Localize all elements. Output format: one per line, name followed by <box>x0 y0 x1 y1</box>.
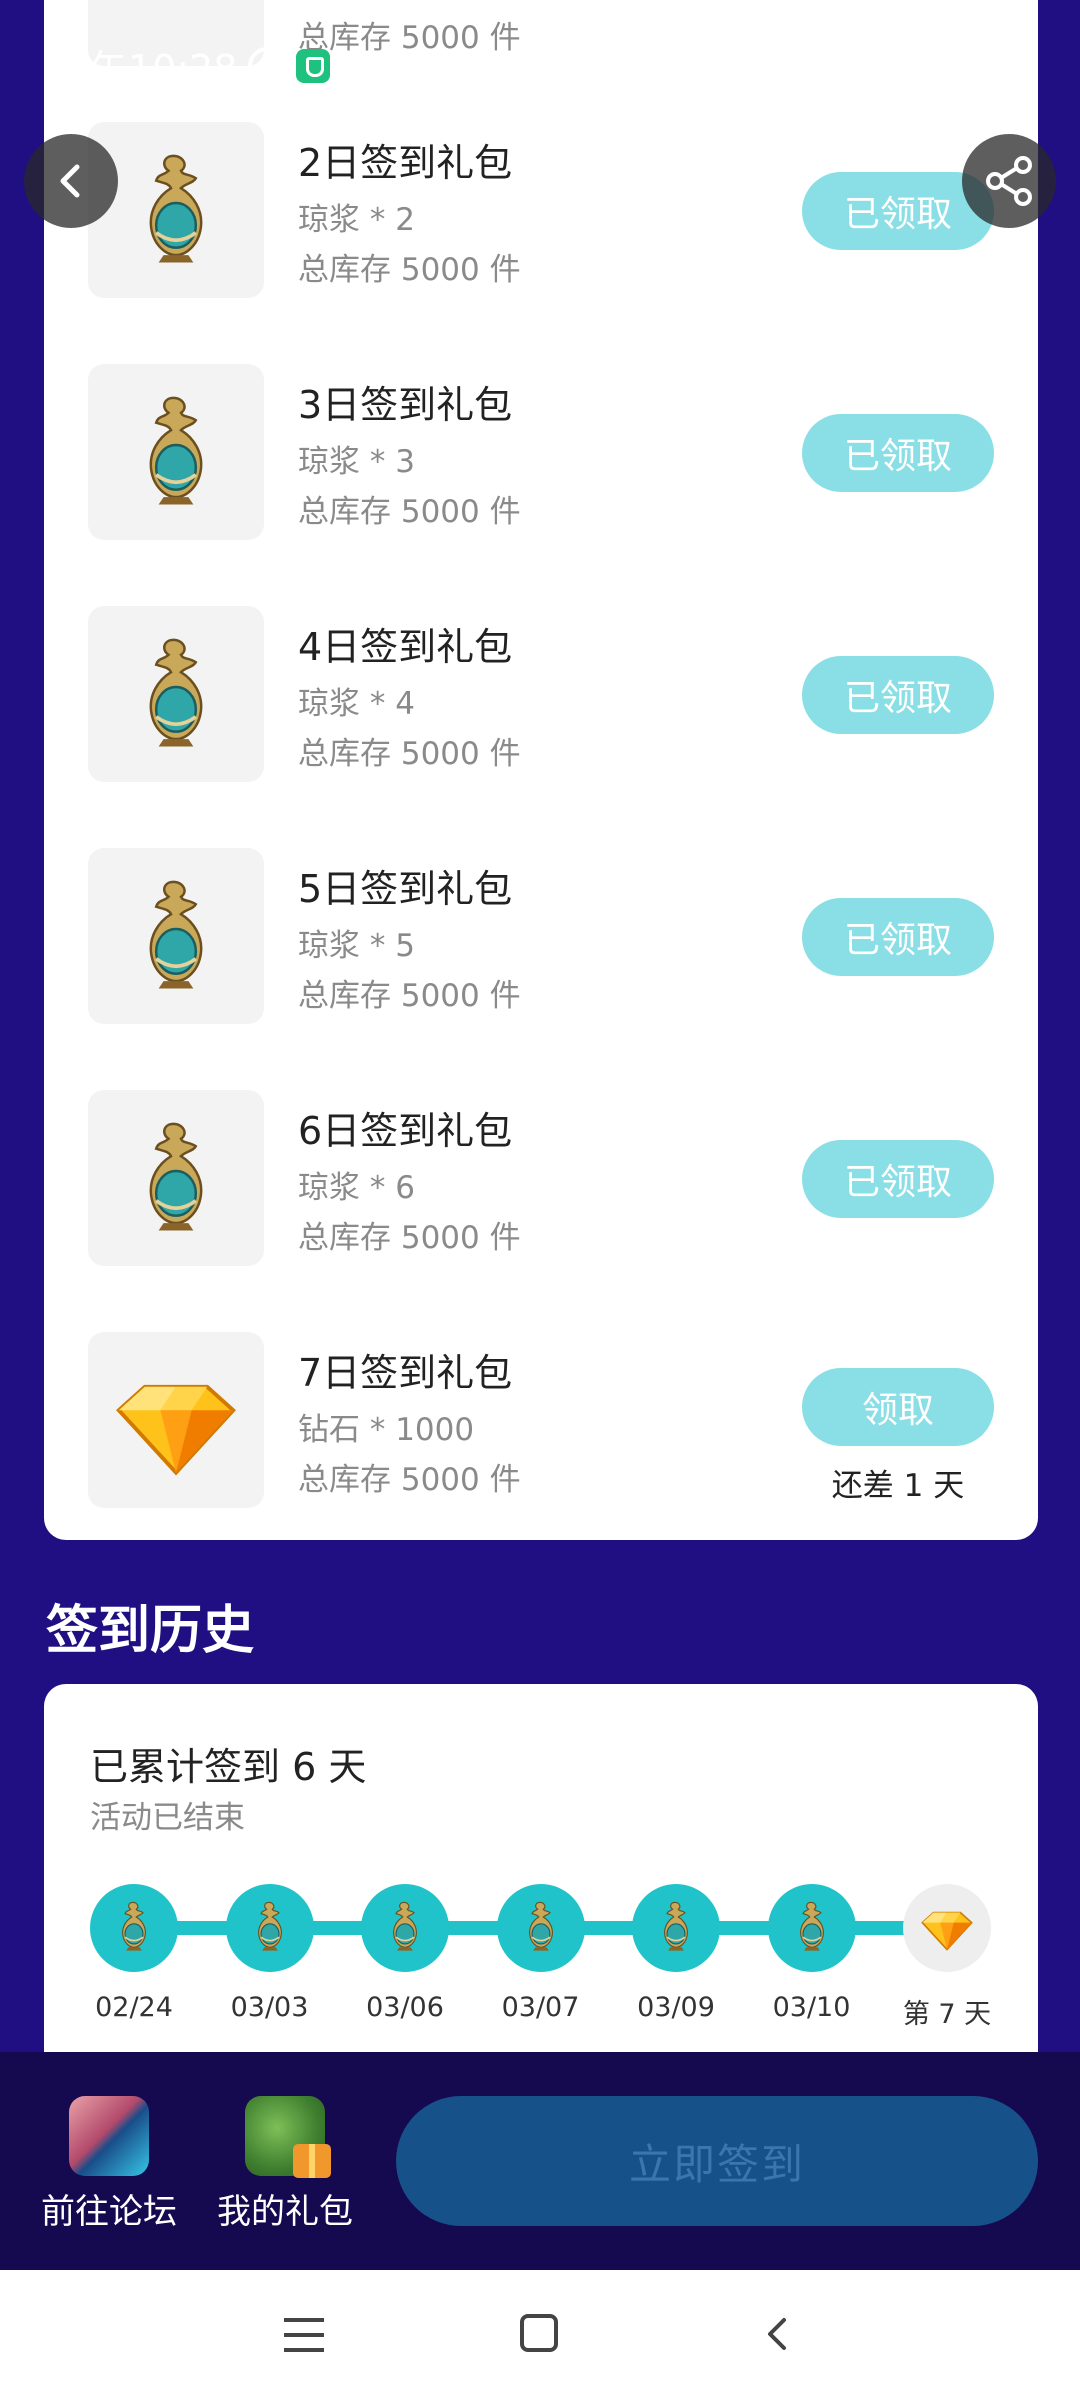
share-icon <box>986 156 1032 206</box>
day-label: 03/06 <box>366 1992 444 2023</box>
jade-vase-icon <box>114 388 238 516</box>
status-time: 上午10:28 <box>52 38 330 93</box>
day-label: 03/10 <box>772 1992 851 2023</box>
status-bar: 上午10:28 HD 70 <box>0 0 1080 120</box>
gift-thumbnail <box>88 1332 264 1508</box>
gift-title: 3日签到礼包 <box>298 383 513 427</box>
gift-item: 钻石 * 1000 <box>298 1412 475 1448</box>
claimed-button[interactable]: 已领取 <box>802 656 994 734</box>
gift-item: 琼浆 * 5 <box>298 928 415 964</box>
gift-stock: 总库存 5000 件 <box>298 1462 521 1498</box>
claimed-button[interactable]: 已领取 <box>802 898 994 976</box>
battery-level: 70 <box>975 49 1003 73</box>
jade-vase-icon <box>377 1898 433 1958</box>
gift-title: 2日签到礼包 <box>298 141 513 185</box>
bottom-action-bar: 前往论坛 我的礼包 立即签到 <box>0 2052 1080 2270</box>
claimed-button[interactable]: 已领取 <box>802 414 994 492</box>
diamond-icon <box>111 1353 241 1487</box>
jade-vase-icon <box>513 1898 569 1958</box>
shield-icon <box>295 48 330 83</box>
gift-title: 4日签到礼包 <box>298 625 513 669</box>
gift-thumbnail <box>88 364 264 540</box>
gift-row: 6日签到礼包 琼浆 * 6 总库存 5000 件 已领取 <box>44 1090 1038 1266</box>
battery-icon: 70 <box>954 46 1029 76</box>
gift-row: 2日签到礼包 琼浆 * 2 总库存 5000 件 已领取 <box>44 122 1038 298</box>
gift-title: 5日签到礼包 <box>298 867 513 911</box>
clock-text: 上午10:28 <box>52 47 238 91</box>
day-label: 第 7 天 <box>902 1999 992 2030</box>
jade-vase-icon <box>648 1898 704 1958</box>
gift-stock: 总库存 5000 件 <box>298 1220 521 1256</box>
checked-day-node <box>361 1884 449 1972</box>
alarm-icon <box>247 46 286 85</box>
gift-item: 琼浆 * 3 <box>298 444 415 480</box>
gift-thumbnail <box>88 848 264 1024</box>
jade-vase-icon <box>114 872 238 1000</box>
history-section-title: 签到历史 <box>46 1601 255 1661</box>
day-label: 03/03 <box>230 1992 309 2023</box>
my-gifts-button[interactable]: 我的礼包 <box>210 2096 360 2233</box>
chevron-left-icon <box>60 164 80 198</box>
gift-item: 琼浆 * 6 <box>298 1170 415 1206</box>
days-remaining-note: 还差 1 天 <box>831 1468 965 1504</box>
gift-stock: 总库存 5000 件 <box>298 736 521 772</box>
gift-title: 6日签到礼包 <box>298 1109 513 1153</box>
gift-stock: 总库存 5000 件 <box>298 252 521 288</box>
checked-day-node <box>496 1884 585 1972</box>
gift-item: 琼浆 * 4 <box>298 686 415 722</box>
checked-day-node <box>90 1884 178 1972</box>
gift-row: 7日签到礼包 钻石 * 1000 总库存 5000 件 领取 还差 1 天 <box>44 1332 1038 1508</box>
jade-vase-icon <box>114 146 238 274</box>
my-gifts-label: 我的礼包 <box>217 2192 353 2232</box>
checked-day-node <box>225 1884 314 1972</box>
forum-label: 前往论坛 <box>41 2192 177 2232</box>
gift-thumbnail <box>88 1090 264 1266</box>
signal-icon: HD <box>826 40 878 78</box>
diamond-icon <box>919 1898 975 1958</box>
gift-row: 3日签到礼包 琼浆 * 3 总库存 5000 件 已领取 <box>44 364 1038 540</box>
hd-label: HD <box>826 40 848 78</box>
day-label: 03/09 <box>637 1992 715 2023</box>
day-label: 02/24 <box>95 1992 173 2023</box>
status-icons: HD 70 <box>826 40 1029 78</box>
gift-thumbnail <box>88 606 264 782</box>
checked-day-node <box>632 1884 720 1972</box>
forum-icon <box>69 2096 149 2176</box>
gift-stock: 总库存 5000 件 <box>298 978 521 1014</box>
back-icon[interactable] <box>760 2316 796 2352</box>
menu-icon[interactable] <box>284 2318 324 2352</box>
gift-thumbnail <box>88 122 264 298</box>
gift-row: 4日签到礼包 琼浆 * 4 总库存 5000 件 已领取 <box>44 606 1038 782</box>
jade-vase-icon <box>106 1898 162 1958</box>
history-card: 已累计签到 6 天 活动已结束 02/24 03/03 03/06 03/07 … <box>44 1684 1038 2084</box>
history-total: 已累计签到 6 天 <box>90 1745 367 1789</box>
jade-vase-icon <box>114 1114 238 1242</box>
checked-day-node <box>767 1884 856 1972</box>
claim-button[interactable]: 领取 <box>802 1368 994 1446</box>
home-icon[interactable] <box>520 2314 558 2352</box>
gift-title: 7日签到礼包 <box>298 1351 513 1395</box>
gift-box-icon <box>245 2096 331 2178</box>
jade-vase-icon <box>784 1898 840 1958</box>
sign-in-now-button[interactable]: 立即签到 <box>396 2096 1038 2226</box>
day-label: 03/07 <box>501 1992 580 2023</box>
gift-stock: 总库存 5000 件 <box>298 494 521 530</box>
gift-item: 琼浆 * 2 <box>298 202 415 238</box>
history-status: 活动已结束 <box>90 1800 245 1836</box>
jade-vase-icon <box>242 1898 298 1958</box>
back-button[interactable] <box>24 134 118 228</box>
forum-button[interactable]: 前往论坛 <box>34 2096 184 2233</box>
pending-day-node <box>903 1884 991 1972</box>
claimed-button[interactable]: 已领取 <box>802 1140 994 1218</box>
wifi-icon <box>894 44 938 78</box>
gift-row: 5日签到礼包 琼浆 * 5 总库存 5000 件 已领取 <box>44 848 1038 1024</box>
system-nav-bar <box>0 2270 1080 2400</box>
jade-vase-icon <box>114 630 238 758</box>
share-button[interactable] <box>962 134 1056 228</box>
